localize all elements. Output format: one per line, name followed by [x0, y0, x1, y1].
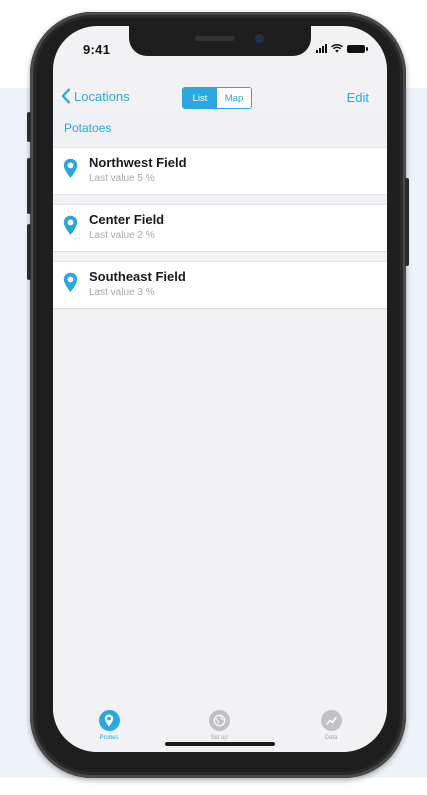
tab-set-up[interactable]: Set up	[189, 710, 249, 741]
location-last-value: Last value 3 %	[89, 287, 155, 298]
segment-map[interactable]: Map	[217, 88, 251, 108]
location-name: Center Field	[89, 212, 165, 227]
side-button-right	[405, 178, 409, 266]
tab-label: Data	[324, 735, 338, 741]
chart-icon	[320, 710, 342, 731]
tab-label: Probes	[99, 735, 119, 741]
tab-probes[interactable]: Probes	[79, 710, 139, 741]
speaker	[195, 36, 235, 41]
phone-screen: 9:41 Locations List Map Edit Potatoes No…	[53, 26, 387, 752]
tab-data[interactable]: Data	[301, 710, 361, 741]
location-pin-icon	[98, 710, 120, 731]
side-button-left-3	[27, 224, 31, 280]
location-row[interactable]: Northwest Field Last value 5 %	[53, 147, 387, 195]
side-button-left-2	[27, 158, 31, 214]
location-last-value: Last value 5 %	[89, 173, 155, 184]
location-name: Northwest Field	[89, 155, 187, 170]
location-row[interactable]: Southeast Field Last value 3 %	[53, 261, 387, 309]
section-title: Potatoes	[64, 121, 112, 135]
edit-button[interactable]: Edit	[347, 90, 369, 105]
chevron-left-icon	[61, 88, 71, 104]
status-icons	[316, 44, 368, 53]
location-name: Southeast Field	[89, 269, 186, 284]
home-indicator	[165, 742, 275, 746]
navigation-bar: Locations List Map Edit	[53, 82, 387, 114]
status-time: 9:41	[83, 42, 111, 57]
side-button-left-1	[27, 112, 31, 142]
tab-label: Set up	[210, 735, 228, 741]
location-pin-icon	[63, 158, 78, 178]
list-map-segmented-control[interactable]: List Map	[182, 87, 252, 109]
back-label: Locations	[74, 88, 130, 104]
notch	[129, 26, 311, 56]
segment-list[interactable]: List	[183, 88, 217, 108]
camera	[255, 34, 264, 43]
section-header: Potatoes	[53, 114, 387, 142]
cellular-signal-icon	[316, 44, 327, 53]
location-row[interactable]: Center Field Last value 2 %	[53, 204, 387, 252]
wifi-icon	[331, 44, 343, 53]
globe-icon	[208, 710, 230, 731]
location-pin-icon	[63, 215, 78, 235]
location-last-value: Last value 2 %	[89, 230, 155, 241]
location-pin-icon	[63, 272, 78, 292]
battery-icon	[347, 45, 368, 53]
back-button[interactable]: Locations	[61, 88, 130, 104]
